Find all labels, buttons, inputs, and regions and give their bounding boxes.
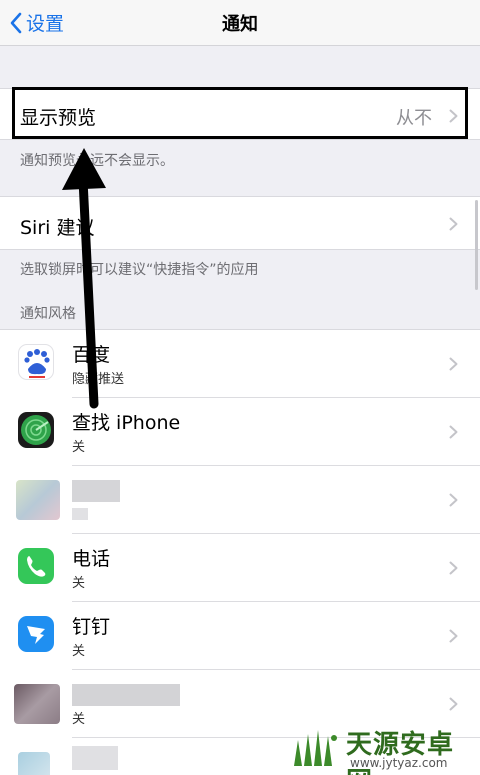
watermark: 天源安卓网 www.jytyaz.com xyxy=(288,724,478,775)
annotation-arrow xyxy=(62,148,106,409)
watermark-url: www.jytyaz.com xyxy=(350,756,448,770)
android-logo-icon xyxy=(294,730,337,766)
